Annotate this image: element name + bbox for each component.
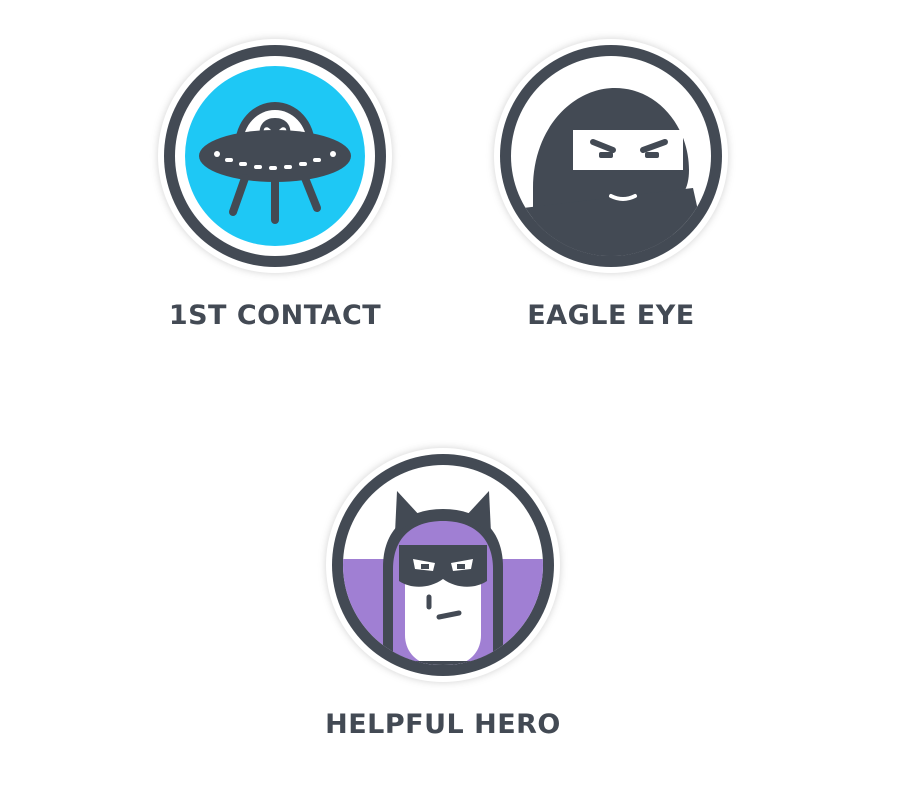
badge-helpful-hero: HELPFUL HERO <box>323 447 563 740</box>
ufo-alien-icon <box>158 39 392 273</box>
badge-1st-contact: 1ST CONTACT <box>155 38 395 331</box>
badge-eagle-eye: EAGLE EYE <box>491 38 731 331</box>
ninja-icon <box>494 39 728 273</box>
badge-label: EAGLE EYE <box>527 300 695 331</box>
badge-label: 1ST CONTACT <box>168 300 382 331</box>
badge-label: HELPFUL HERO <box>325 709 561 740</box>
masked-hero-icon <box>326 448 560 682</box>
